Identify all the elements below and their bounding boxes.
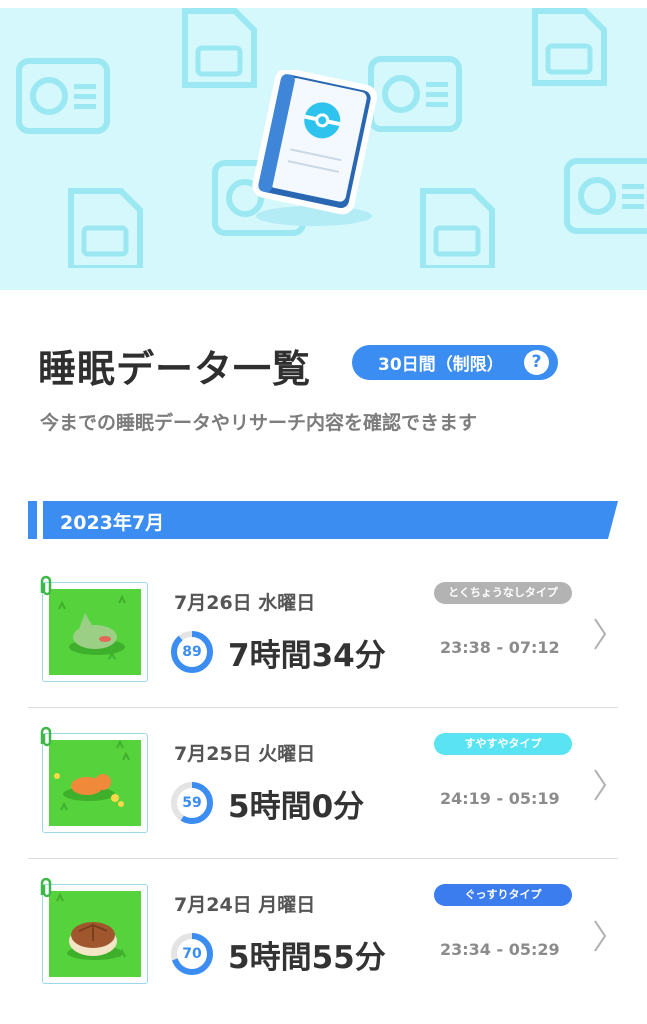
card-bg-icon	[564, 158, 647, 234]
divider	[28, 707, 618, 708]
sleep-time-range: 24:19 - 05:19	[440, 789, 560, 808]
sleep-type-badge: ぐっすりタイプ	[434, 884, 572, 906]
entry-date: 7月24日 月曜日	[174, 894, 316, 916]
charmander-sleeping-icon	[49, 740, 141, 826]
period-label: 30日間（制限）	[378, 355, 504, 375]
sleep-type-badge: とくちょうなしタイプ	[434, 582, 572, 604]
sleep-thumbnail	[40, 726, 148, 833]
help-icon[interactable]: ?	[524, 350, 549, 375]
sleep-type-badge: すやすやタイプ	[434, 733, 572, 755]
document-bg-icon	[68, 188, 143, 268]
sleep-time-range: 23:34 - 05:29	[440, 940, 560, 959]
paperclip-icon	[40, 877, 52, 898]
month-label: 2023年7月	[60, 512, 165, 534]
page-subtitle: 今までの睡眠データやリサーチ内容を確認できます	[40, 412, 478, 434]
chevron-right-icon[interactable]	[592, 767, 608, 803]
card-bg-icon	[16, 58, 110, 134]
month-header: 2023年7月	[28, 501, 618, 539]
sleep-score: 70	[182, 946, 202, 962]
period-limit-button[interactable]: 30日間（制限） ?	[352, 345, 558, 380]
sleep-duration: 5時間0分	[228, 789, 365, 825]
paperclip-icon	[40, 726, 52, 747]
page-title: 睡眠データ一覧	[38, 347, 312, 391]
sleep-thumbnail	[40, 575, 148, 682]
hero-banner	[0, 8, 647, 290]
entry-date: 7月25日 火曜日	[174, 743, 316, 765]
divider	[28, 858, 618, 859]
sleep-book-icon	[252, 70, 378, 226]
chevron-right-icon[interactable]	[592, 616, 608, 652]
sleep-entry[interactable]: 7月25日 火曜日 59 5時間0分 すやすやタイプ 24:19 - 05:19	[28, 709, 618, 859]
sleep-duration: 7時間34分	[228, 638, 386, 674]
sleep-score: 89	[182, 644, 202, 660]
document-bg-icon	[532, 8, 607, 86]
sleep-time-range: 23:38 - 07:12	[440, 638, 560, 657]
sleep-entry[interactable]: 7月26日 水曜日 89 7時間34分 とくちょうなしタイプ 23:38 - 0…	[28, 558, 618, 708]
squirtle-shell-icon	[49, 891, 141, 977]
sleep-entry[interactable]: 7月24日 月曜日 70 5時間55分 ぐっすりタイプ 23:34 - 05:2…	[28, 860, 618, 1010]
larvitar-sleeping-icon	[49, 589, 141, 675]
document-bg-icon	[182, 8, 257, 88]
sleep-score: 59	[182, 795, 202, 811]
sleep-thumbnail	[40, 877, 148, 984]
paperclip-icon	[40, 575, 52, 596]
document-bg-icon	[420, 188, 495, 268]
entry-date: 7月26日 水曜日	[174, 592, 316, 614]
chevron-right-icon[interactable]	[592, 918, 608, 954]
sleep-duration: 5時間55分	[228, 940, 386, 976]
